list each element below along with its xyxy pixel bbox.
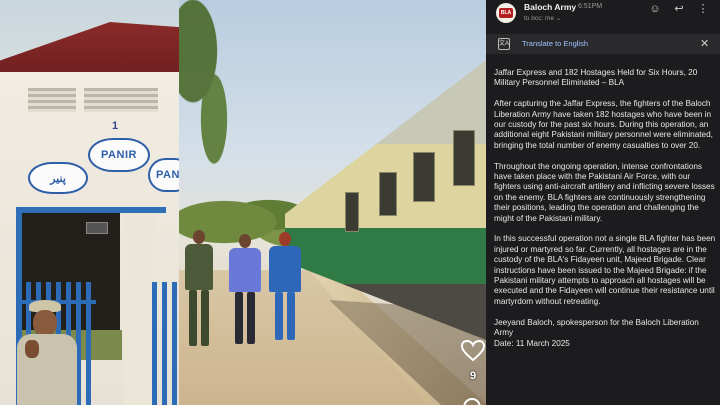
fence bbox=[152, 282, 179, 405]
sender-name[interactable]: Baloch Army bbox=[524, 2, 576, 12]
email-view: BLA Baloch Army 6:51PM to bcc: me ⌄ ☺ ↩ … bbox=[486, 0, 720, 405]
email-paragraph: After capturing the Jaffar Express, the … bbox=[494, 99, 713, 150]
station-sign-right: PANIR bbox=[148, 158, 179, 192]
email-paragraph: Jaffar Express and 182 Hostages Held for… bbox=[494, 68, 698, 88]
head bbox=[33, 310, 57, 336]
station-sign-middle: PANIR bbox=[88, 138, 150, 172]
wall-vent bbox=[28, 88, 76, 112]
tree-leaves bbox=[179, 0, 249, 170]
translate-bar: 文A Translate to English ✕ bbox=[486, 34, 720, 54]
hand bbox=[25, 340, 39, 358]
reply-icon[interactable]: ↩ bbox=[672, 2, 686, 16]
station-sign-urdu: پنیر bbox=[28, 162, 88, 194]
like-count: 9 bbox=[470, 370, 477, 382]
train-window bbox=[453, 130, 475, 186]
avatar[interactable]: BLA bbox=[496, 3, 516, 23]
close-icon[interactable]: ✕ bbox=[700, 37, 709, 50]
email-paragraph: Jeeyand Baloch, spokesperson for the Bal… bbox=[494, 317, 699, 348]
emoji-icon[interactable]: ☺ bbox=[648, 2, 662, 16]
comment-icon[interactable] bbox=[462, 398, 482, 405]
person-walking bbox=[179, 230, 219, 350]
train-window bbox=[345, 192, 359, 232]
train-photo: 9 bbox=[179, 0, 486, 405]
station-number: 1 bbox=[112, 120, 119, 132]
person-walking bbox=[225, 234, 265, 349]
man-on-phone bbox=[15, 300, 77, 405]
train-window bbox=[413, 152, 435, 202]
flag-icon: BLA bbox=[499, 8, 513, 18]
train-window bbox=[379, 172, 397, 216]
wall-vent bbox=[84, 88, 158, 112]
recipients[interactable]: to bcc: me ⌄ bbox=[524, 14, 561, 22]
email-time: 6:51PM bbox=[578, 3, 603, 10]
more-icon[interactable]: ⋮ bbox=[696, 2, 710, 16]
email-header: BLA Baloch Army 6:51PM to bcc: me ⌄ ☺ ↩ … bbox=[486, 0, 720, 30]
email-paragraph: Throughout the ongoing operation, intens… bbox=[494, 161, 715, 223]
door-window bbox=[86, 222, 108, 234]
station-photo: 1 پنیر PANIR PANIR bbox=[0, 0, 179, 405]
heart-icon[interactable] bbox=[461, 340, 485, 362]
translate-icon: 文A bbox=[498, 38, 510, 50]
translate-link[interactable]: Translate to English bbox=[522, 39, 588, 48]
email-paragraph: In this successful operation not a singl… bbox=[494, 234, 716, 306]
email-body: Jaffar Express and 182 Hostages Held for… bbox=[494, 68, 716, 359]
person-walking bbox=[265, 232, 305, 344]
